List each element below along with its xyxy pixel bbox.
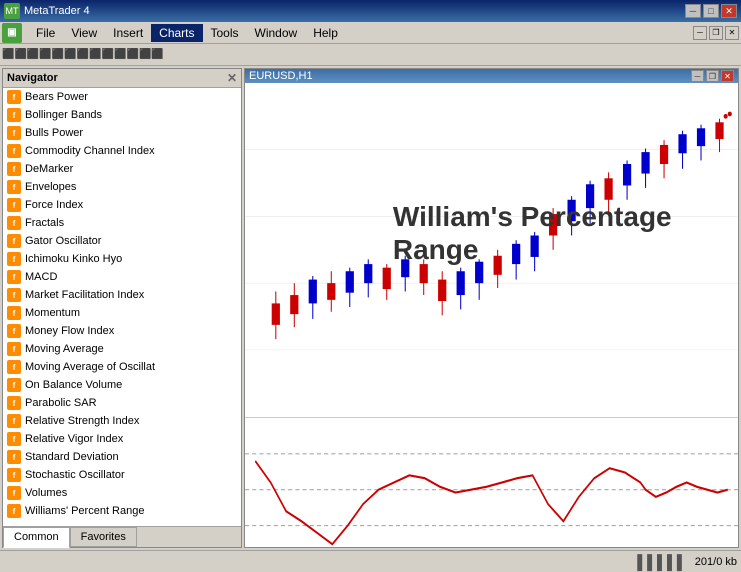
maximize-button[interactable]: □ xyxy=(703,4,719,18)
title-bar-title: MetaTrader 4 xyxy=(24,5,90,17)
close-button[interactable]: ✕ xyxy=(721,4,737,18)
navigator-close-button[interactable]: ✕ xyxy=(227,71,237,85)
navigator-panel: Navigator ✕ fBears PowerfBollinger Bands… xyxy=(2,68,242,548)
list-item[interactable]: fVolumes xyxy=(3,484,241,502)
chart-inner-title: EURUSD,H1 ─ ❐ ✕ xyxy=(245,69,738,83)
main-content: Navigator ✕ fBears PowerfBollinger Bands… xyxy=(0,66,741,550)
navigator-title: Navigator xyxy=(7,72,58,84)
tab-favorites[interactable]: Favorites xyxy=(70,527,137,547)
list-item[interactable]: fBulls Power xyxy=(3,124,241,142)
list-item[interactable]: fStochastic Oscillator xyxy=(3,466,241,484)
list-item[interactable]: fMoving Average xyxy=(3,340,241,358)
chart-area: EURUSD,H1 ─ ❐ ✕ xyxy=(244,68,739,548)
inner-minimize-button[interactable]: ─ xyxy=(693,26,707,40)
list-item[interactable]: fFractals xyxy=(3,214,241,232)
list-item[interactable]: fGator Oscillator xyxy=(3,232,241,250)
nav-item-icon: f xyxy=(7,450,21,464)
status-bar: ▌▌▌▌▌ 201/0 kb xyxy=(0,550,741,572)
nav-item-icon: f xyxy=(7,162,21,176)
menu-window[interactable]: Window xyxy=(247,24,306,42)
app-menu-icon: ▣ xyxy=(2,23,22,43)
list-item[interactable]: fForce Index xyxy=(3,196,241,214)
chart-minimize-button[interactable]: ─ xyxy=(691,70,704,82)
list-item[interactable]: fMoney Flow Index xyxy=(3,322,241,340)
nav-item-icon: f xyxy=(7,288,21,302)
list-item[interactable]: fWilliams' Percent Range xyxy=(3,502,241,520)
list-item[interactable]: fRelative Vigor Index xyxy=(3,430,241,448)
list-item[interactable]: fEnvelopes xyxy=(3,178,241,196)
chart-restore-button[interactable]: ❐ xyxy=(706,70,719,82)
nav-item-icon: f xyxy=(7,144,21,158)
nav-item-icon: f xyxy=(7,234,21,248)
inner-window-controls: ─ ❐ ✕ xyxy=(693,26,739,40)
chart-label: William's PercentageRange xyxy=(393,200,672,267)
list-item[interactable]: fMomentum xyxy=(3,304,241,322)
app-icon: MT xyxy=(4,3,20,19)
inner-restore-button[interactable]: ❐ xyxy=(709,26,723,40)
nav-item-icon: f xyxy=(7,180,21,194)
memory-usage: 201/0 kb xyxy=(695,556,737,568)
chart-symbol: EURUSD,H1 xyxy=(249,70,313,82)
nav-item-icon: f xyxy=(7,252,21,266)
nav-item-icon: f xyxy=(7,468,21,482)
list-item[interactable]: fOn Balance Volume xyxy=(3,376,241,394)
list-item[interactable]: fBears Power xyxy=(3,88,241,106)
inner-close-button[interactable]: ✕ xyxy=(725,26,739,40)
nav-item-icon: f xyxy=(7,306,21,320)
menu-file[interactable]: File xyxy=(28,24,63,42)
menu-help[interactable]: Help xyxy=(305,24,346,42)
nav-item-icon: f xyxy=(7,486,21,500)
bar-indicator-icon: ▌▌▌▌▌ xyxy=(637,554,687,570)
nav-item-icon: f xyxy=(7,270,21,284)
nav-item-icon: f xyxy=(7,126,21,140)
list-item[interactable]: fDeMarker xyxy=(3,160,241,178)
list-item[interactable]: fBollinger Bands xyxy=(3,106,241,124)
menu-tools[interactable]: Tools xyxy=(203,24,247,42)
list-item[interactable]: fMoving Average of Oscillat xyxy=(3,358,241,376)
list-item[interactable]: fCommodity Channel Index xyxy=(3,142,241,160)
minimize-button[interactable]: ─ xyxy=(685,4,701,18)
nav-item-icon: f xyxy=(7,324,21,338)
nav-item-icon: f xyxy=(7,396,21,410)
title-bar: MT MetaTrader 4 ─ □ ✕ xyxy=(0,0,741,22)
nav-item-icon: f xyxy=(7,414,21,428)
menu-bar: ▣ File View Insert Charts Tools Window H… xyxy=(0,22,741,44)
nav-item-icon: f xyxy=(7,342,21,356)
chart-inner-controls: ─ ❐ ✕ xyxy=(691,70,734,82)
navigator-header: Navigator ✕ xyxy=(3,69,241,88)
nav-item-icon: f xyxy=(7,432,21,446)
navigator-list[interactable]: fBears PowerfBollinger BandsfBulls Power… xyxy=(3,88,241,526)
candlestick-chart: William's PercentageRange xyxy=(245,83,738,418)
navigator-tabs: Common Favorites xyxy=(3,526,241,547)
tab-common[interactable]: Common xyxy=(3,527,70,548)
menu-charts[interactable]: Charts xyxy=(151,24,202,42)
nav-item-icon: f xyxy=(7,90,21,104)
list-item[interactable]: fMarket Facilitation Index xyxy=(3,286,241,304)
nav-item-icon: f xyxy=(7,504,21,518)
list-item[interactable]: fIchimoku Kinko Hyo xyxy=(3,250,241,268)
nav-item-icon: f xyxy=(7,378,21,392)
menu-insert[interactable]: Insert xyxy=(105,24,151,42)
title-bar-controls: ─ □ ✕ xyxy=(685,4,737,18)
chart-close-button[interactable]: ✕ xyxy=(721,70,734,82)
nav-item-icon: f xyxy=(7,198,21,212)
list-item[interactable]: fParabolic SAR xyxy=(3,394,241,412)
list-item[interactable]: fMACD xyxy=(3,268,241,286)
nav-item-icon: f xyxy=(7,108,21,122)
toolbar: ⬛⬛⬛⬛⬛⬛⬛⬛⬛⬛⬛⬛⬛ xyxy=(0,44,741,66)
nav-item-icon: f xyxy=(7,216,21,230)
menu-view[interactable]: View xyxy=(63,24,105,42)
indicator-chart xyxy=(245,418,738,548)
list-item[interactable]: fStandard Deviation xyxy=(3,448,241,466)
list-item[interactable]: fRelative Strength Index xyxy=(3,412,241,430)
nav-item-icon: f xyxy=(7,360,21,374)
